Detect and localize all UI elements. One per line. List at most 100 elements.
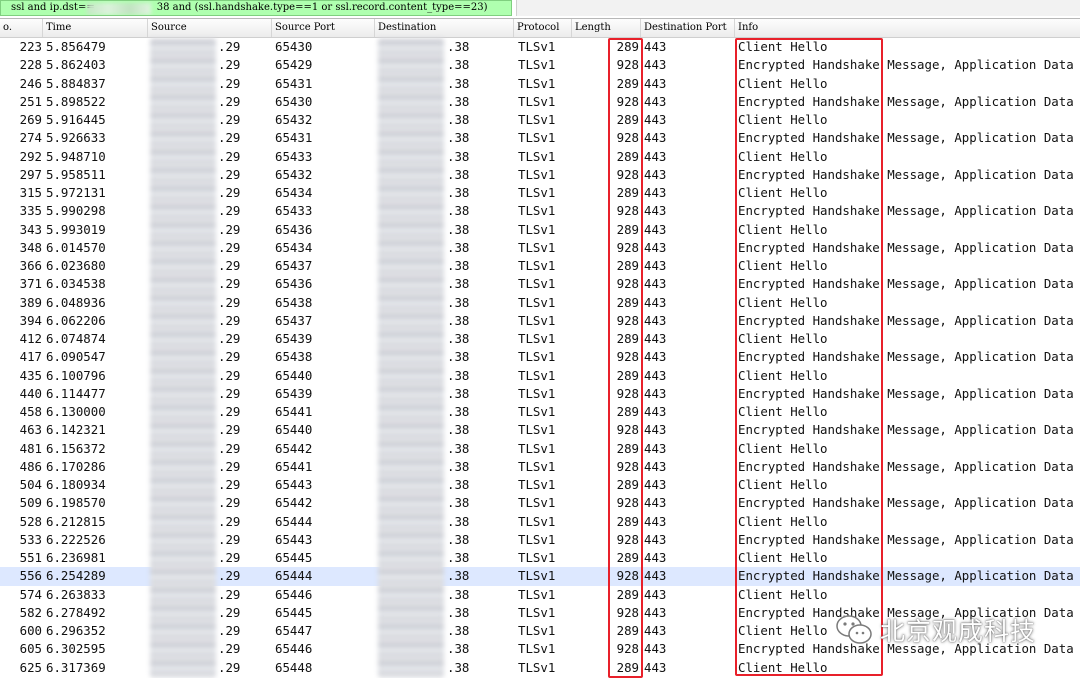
packet-no-cell: 463 — [19, 422, 42, 438]
packet-src-cell: .29 — [218, 258, 241, 273]
packet-dport-cell: 443 — [644, 75, 667, 91]
packet-no-cell: 440 — [19, 385, 42, 401]
packet-no-cell: 274 — [19, 130, 42, 146]
column-header-no[interactable]: o. — [0, 19, 43, 37]
display-filter-bar: ssl and ip.dst== 38 and (ssl.handshake.ty… — [0, 0, 1080, 19]
packet-src-cell: .29 — [218, 550, 241, 565]
packet-dport-cell: 443 — [644, 294, 667, 310]
packet-proto-cell: TLSv1 — [518, 404, 556, 419]
packet-no-cell: 605 — [19, 641, 42, 657]
column-header-info[interactable]: Info — [735, 19, 1080, 37]
column-header-source-port[interactable]: Source Port — [272, 19, 375, 37]
packet-dst-cell: .38 — [447, 531, 470, 547]
source-ip-redaction — [150, 38, 216, 678]
packet-time-cell: 5.898522 — [46, 93, 106, 109]
packet-dport-cell: 443 — [644, 203, 667, 219]
packet-proto-cell: TLSv1 — [518, 604, 556, 620]
packet-src-cell: .29 — [218, 404, 241, 419]
packet-proto-cell: TLSv1 — [518, 239, 556, 255]
packet-dst-cell: .38 — [447, 385, 470, 401]
packet-src-cell: .29 — [218, 112, 241, 127]
packet-time-cell: 5.990298 — [46, 203, 106, 219]
packet-proto-cell: TLSv1 — [518, 623, 556, 638]
packet-list-header: o. Time Source Source Port Destination P… — [0, 19, 1080, 38]
packet-time-cell: 5.916445 — [46, 112, 106, 127]
packet-dst-cell: .38 — [447, 349, 470, 365]
packet-time-cell: 5.926633 — [46, 130, 106, 146]
packet-dst-cell: .38 — [447, 331, 470, 346]
packet-sport-cell: 65437 — [275, 258, 313, 273]
packet-proto-cell: TLSv1 — [518, 550, 556, 565]
packet-proto-cell: TLSv1 — [518, 276, 556, 292]
packet-no-cell: 251 — [19, 93, 42, 109]
packet-no-cell: 574 — [19, 586, 42, 602]
packet-src-cell: .29 — [218, 477, 241, 492]
column-header-protocol[interactable]: Protocol — [514, 19, 572, 37]
column-header-destination[interactable]: Destination — [375, 19, 514, 37]
packet-dport-cell: 443 — [644, 312, 667, 328]
packet-no-cell: 371 — [19, 276, 42, 292]
filter-toolbar-area — [516, 0, 1080, 16]
packet-sport-cell: 65444 — [275, 568, 313, 584]
packet-time-cell: 6.254289 — [46, 568, 106, 584]
packet-time-cell: 6.212815 — [46, 513, 106, 529]
display-filter-input[interactable]: ssl and ip.dst== 38 and (ssl.handshake.ty… — [0, 0, 512, 16]
packet-sport-cell: 65436 — [275, 221, 313, 237]
packet-sport-cell: 65432 — [275, 112, 313, 127]
packet-proto-cell: TLSv1 — [518, 185, 556, 200]
packet-no-cell: 509 — [19, 495, 42, 511]
packet-no-cell: 481 — [19, 440, 42, 456]
packet-src-cell: .29 — [218, 641, 241, 657]
packet-dport-cell: 443 — [644, 148, 667, 164]
packet-dst-cell: .38 — [447, 221, 470, 237]
packet-dst-cell: .38 — [447, 477, 470, 492]
column-header-destination-port[interactable]: Destination Port — [641, 19, 735, 37]
packet-dport-cell: 443 — [644, 495, 667, 511]
column-header-source[interactable]: Source — [148, 19, 272, 37]
packet-sport-cell: 65431 — [275, 75, 313, 91]
packet-dport-cell: 443 — [644, 112, 667, 127]
packet-dport-cell: 443 — [644, 331, 667, 346]
filter-text-start: ssl and ip.dst== — [11, 2, 95, 13]
packet-src-cell: .29 — [218, 604, 241, 620]
packet-sport-cell: 65445 — [275, 550, 313, 565]
packet-sport-cell: 65442 — [275, 495, 313, 511]
packet-dst-cell: .38 — [447, 440, 470, 456]
packet-dport-cell: 443 — [644, 458, 667, 474]
packet-sport-cell: 65433 — [275, 148, 313, 164]
packet-sport-cell: 65432 — [275, 166, 313, 182]
packet-dst-cell: .38 — [447, 57, 470, 73]
packet-dport-cell: 443 — [644, 185, 667, 200]
packet-src-cell: .29 — [218, 349, 241, 365]
packet-time-cell: 6.156372 — [46, 440, 106, 456]
column-header-time[interactable]: Time — [43, 19, 148, 37]
packet-sport-cell: 65433 — [275, 203, 313, 219]
wechat-icon — [836, 615, 872, 644]
packet-src-cell: .29 — [218, 203, 241, 219]
packet-dst-cell: .38 — [447, 112, 470, 127]
packet-proto-cell: TLSv1 — [518, 331, 556, 346]
packet-sport-cell: 65440 — [275, 422, 313, 438]
packet-proto-cell: TLSv1 — [518, 477, 556, 492]
column-header-length[interactable]: Length — [572, 19, 641, 37]
packet-time-cell: 6.317369 — [46, 659, 106, 675]
packet-proto-cell: TLSv1 — [518, 422, 556, 438]
packet-dst-cell: .38 — [447, 659, 470, 675]
packet-dst-cell: .38 — [447, 185, 470, 200]
packet-sport-cell: 65445 — [275, 604, 313, 620]
packet-no-cell: 458 — [19, 404, 42, 419]
packet-time-cell: 5.993019 — [46, 221, 106, 237]
packet-sport-cell: 65434 — [275, 185, 313, 200]
packet-dport-cell: 443 — [644, 258, 667, 273]
packet-dst-cell: .38 — [447, 641, 470, 657]
packet-time-cell: 6.130000 — [46, 404, 106, 419]
packet-proto-cell: TLSv1 — [518, 531, 556, 547]
packet-sport-cell: 65446 — [275, 641, 313, 657]
filter-text-end: 38 and (ssl.handshake.type==1 or ssl.rec… — [156, 2, 488, 13]
packet-sport-cell: 65443 — [275, 477, 313, 492]
packet-dst-cell: .38 — [447, 294, 470, 310]
packet-dport-cell: 443 — [644, 221, 667, 237]
packet-no-cell: 533 — [19, 531, 42, 547]
packet-dst-cell: .38 — [447, 422, 470, 438]
packet-dport-cell: 443 — [644, 404, 667, 419]
